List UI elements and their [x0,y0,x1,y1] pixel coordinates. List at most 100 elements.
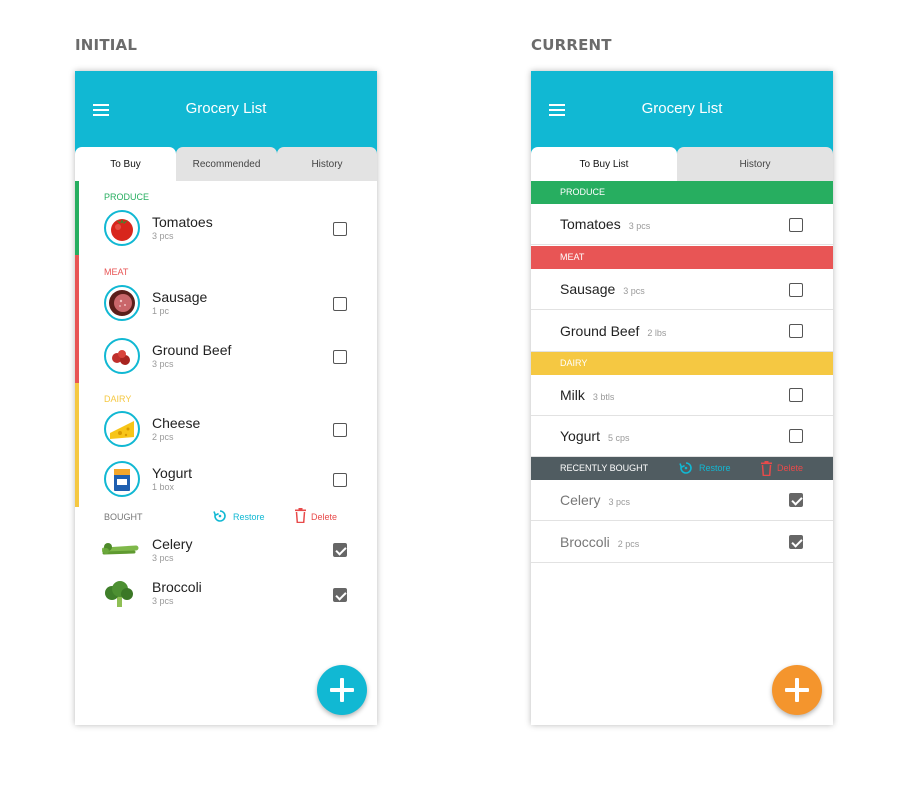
category-band-produce: PRODUCE [531,181,833,204]
yogurt-icon [104,461,140,497]
item-checkbox[interactable] [789,283,803,297]
item-quantity: 3 btls [592,392,615,402]
item-name: Yogurt [152,465,192,481]
app-bar: Grocery List To Buy List History [531,71,833,181]
item-checkbox-checked[interactable] [789,493,803,507]
delete-button[interactable]: Delete [761,457,803,480]
item-quantity: 3 pcs [152,359,174,369]
category-label-meat: MEAT [104,267,129,277]
trash-icon [761,461,772,476]
category-band-meat: MEAT [531,246,833,269]
app-title: Grocery List [641,100,723,117]
item-quantity: 3 pcs [152,231,174,241]
item-checkbox[interactable] [789,324,803,338]
item-checkbox-checked[interactable] [333,588,347,602]
category-label-produce: PRODUCE [104,192,150,202]
delete-label: Delete [311,512,338,522]
item-name: Tomatoes [152,214,213,230]
add-item-button[interactable] [772,665,822,715]
recently-bought-label: RECENTLY BOUGHT [560,463,649,473]
list-item[interactable]: Broccoli 2 pcs [531,522,833,563]
add-item-button[interactable] [317,665,367,715]
item-checkbox[interactable] [333,222,347,236]
current-label: CURRENT [531,36,612,54]
item-text: Broccoli 2 pcs [560,534,639,550]
item-checkbox[interactable] [333,297,347,311]
item-name: Cheese [152,415,201,431]
meat-category-bar [75,255,79,383]
tab-history[interactable]: History [277,147,377,181]
item-quantity: 3 pcs [608,497,630,507]
item-checkbox[interactable] [789,388,803,402]
item-name: Milk [560,387,585,403]
tab-bar: To Buy List History [531,147,833,181]
item-checkbox[interactable] [789,218,803,232]
item-checkbox-checked[interactable] [789,535,803,549]
recently-bought-band: RECENTLY BOUGHT Restore Delete [531,457,833,480]
bought-section-label: BOUGHT [104,512,143,522]
tab-to-buy[interactable]: To Buy [75,147,176,181]
item-checkbox-checked[interactable] [333,543,347,557]
current-phone-screen: Grocery List To Buy List History PRODUCE… [531,71,833,725]
item-quantity: 3 pcs [623,286,645,296]
item-quantity: 3 pcs [628,221,651,231]
item-checkbox[interactable] [789,429,803,443]
item-name: Ground Beef [560,323,640,339]
initial-phone-screen: Grocery List To Buy Recommended History … [75,71,377,725]
sausage-icon [104,285,140,321]
item-text: Milk 3 btls [560,387,614,403]
dairy-category-bar [75,383,79,507]
plus-icon-stroke [795,678,799,702]
tab-history[interactable]: History [677,147,833,181]
category-label-dairy: DAIRY [104,394,132,404]
ground-beef-icon [104,338,140,374]
item-quantity: 3 pcs [152,553,174,563]
item-name: Broccoli [560,534,610,550]
category-band-dairy: DAIRY [531,352,833,375]
item-name: Ground Beef [152,342,232,358]
item-text: Ground Beef 2 lbs [560,323,666,339]
item-checkbox[interactable] [333,350,347,364]
tomato-icon [104,210,140,246]
list-item[interactable]: Sausage 3 pcs [531,269,833,310]
list-item[interactable]: Ground Beef 2 lbs [531,311,833,352]
produce-category-bar [75,181,79,255]
item-text: Tomatoes 3 pcs [560,216,650,232]
item-quantity: 1 box [152,482,175,492]
item-quantity: 5 cps [607,433,630,443]
list-item[interactable]: Tomatoes 3 pcs [531,204,833,245]
item-name: Celery [152,536,193,552]
item-text: Yogurt 5 cps [560,428,629,444]
item-name: Tomatoes [560,216,621,232]
item-quantity: 1 pc [152,306,170,316]
item-quantity: 2 lbs [647,328,667,338]
delete-button[interactable]: Delete [295,508,338,523]
restore-button[interactable]: Restore [679,457,731,480]
restore-label: Restore [233,512,265,522]
celery-icon [101,538,140,560]
plus-icon-stroke [340,678,344,702]
app-bar: Grocery List To Buy Recommended History [75,71,377,181]
item-name: Yogurt [560,428,600,444]
item-quantity: 2 pcs [152,432,174,442]
broccoli-icon [102,579,136,609]
tab-bar: To Buy Recommended History [75,147,377,181]
app-title: Grocery List [185,100,267,117]
item-quantity: 2 pcs [617,539,640,549]
item-name: Sausage [152,289,208,305]
item-quantity: 3 pcs [152,596,174,606]
list-item[interactable]: Celery 3 pcs [531,480,833,521]
delete-label: Delete [777,463,804,473]
list-item[interactable]: Milk 3 btls [531,375,833,416]
item-text: Celery 3 pcs [560,492,630,508]
item-name: Celery [560,492,601,508]
cheese-icon [104,411,140,447]
tab-recommended[interactable]: Recommended [176,147,277,181]
restore-button[interactable]: Restore [213,510,265,522]
tab-to-buy-list[interactable]: To Buy List [531,147,677,181]
item-checkbox[interactable] [333,423,347,437]
list-item[interactable]: Yogurt 5 cps [531,416,833,457]
restore-icon [213,510,226,522]
item-name: Sausage [560,281,616,297]
item-checkbox[interactable] [333,473,347,487]
